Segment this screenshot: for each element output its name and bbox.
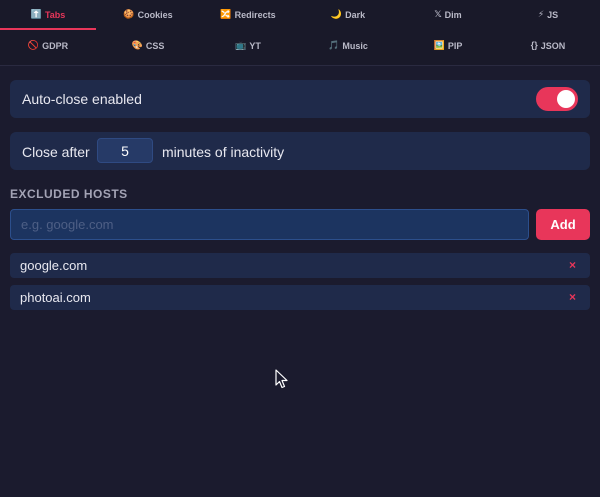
moon-icon: 🌙	[330, 9, 343, 19]
tab-label: PIP	[447, 40, 463, 51]
tab-json[interactable]: {} JSON	[500, 31, 596, 60]
palette-icon: 🎨	[131, 40, 143, 50]
tab-row-2: 🚫 GDPR 🎨 CSS 📺 YT 🎵 Music 🖼️ PIP {} JSON	[0, 31, 600, 61]
minutes-input[interactable]	[97, 138, 153, 163]
tab-label: Dark	[345, 9, 366, 20]
tab-label: GDPR	[42, 40, 69, 51]
tv-icon: 📺	[235, 40, 247, 50]
lightning-icon: ⚡	[537, 9, 545, 19]
host-item: photoai.com ×	[10, 285, 590, 310]
cookie-icon: 🍪	[123, 9, 135, 19]
tab-gdpr[interactable]: 🚫 GDPR	[0, 31, 96, 60]
autoclose-card: Auto-close enabled	[10, 80, 590, 118]
tab-dark[interactable]: 🌙 Dark	[300, 0, 396, 29]
toggle-knob	[557, 90, 575, 108]
tab-label: JSON	[540, 40, 566, 51]
tab-label: Tabs	[44, 9, 66, 20]
host-input[interactable]	[10, 209, 529, 240]
tab-css[interactable]: 🎨 CSS	[100, 31, 196, 60]
tab-pip[interactable]: 🖼️ PIP	[400, 31, 496, 60]
prohibited-icon: 🚫	[27, 40, 40, 50]
host-name: photoai.com	[20, 290, 91, 305]
picture-icon: 🖼️	[433, 40, 445, 50]
tab-yt[interactable]: 📺 YT	[200, 31, 296, 60]
shuffle-icon: 🔀	[220, 9, 232, 19]
autoclose-toggle[interactable]	[536, 87, 578, 111]
autoclose-label: Auto-close enabled	[22, 91, 142, 107]
tab-label: Music	[342, 40, 368, 51]
close-after-card: Close after minutes of inactivity	[10, 132, 590, 170]
tab-label: Redirects	[234, 9, 276, 20]
remove-host-icon[interactable]: ×	[569, 258, 576, 272]
tab-tabs[interactable]: ⬆️ Tabs	[0, 0, 96, 30]
add-host-button[interactable]: Add	[536, 209, 590, 240]
tab-label: Dim	[444, 9, 462, 20]
x-logo-icon: 𝕏	[434, 9, 442, 19]
tab-bar: ⬆️ Tabs 🍪 Cookies 🔀 Redirects 🌙 Dark 𝕏 D…	[0, 0, 600, 66]
tab-label: CSS	[145, 40, 165, 51]
braces-icon: {}	[530, 40, 538, 50]
host-item: google.com ×	[10, 253, 590, 278]
up-arrow-icon: ⬆️	[30, 9, 42, 19]
tab-label: Cookies	[137, 9, 173, 20]
tab-row-1: ⬆️ Tabs 🍪 Cookies 🔀 Redirects 🌙 Dark 𝕏 D…	[0, 0, 600, 30]
host-name: google.com	[20, 258, 88, 273]
tab-label: YT	[249, 40, 261, 51]
close-after-label: Close after	[22, 144, 90, 160]
excluded-hosts-title: EXCLUDED HOSTS	[10, 187, 128, 201]
tab-music[interactable]: 🎵 Music	[300, 31, 396, 60]
mouse-pointer-icon	[275, 369, 288, 389]
tab-dim[interactable]: 𝕏 Dim	[400, 0, 496, 29]
music-note-icon: 🎵	[328, 40, 340, 50]
inactivity-label: minutes of inactivity	[162, 144, 285, 160]
tab-js[interactable]: ⚡ JS	[500, 0, 596, 29]
tab-redirects[interactable]: 🔀 Redirects	[200, 0, 296, 29]
remove-host-icon[interactable]: ×	[569, 290, 576, 304]
tab-cookies[interactable]: 🍪 Cookies	[100, 0, 196, 29]
tab-label: JS	[547, 9, 559, 20]
